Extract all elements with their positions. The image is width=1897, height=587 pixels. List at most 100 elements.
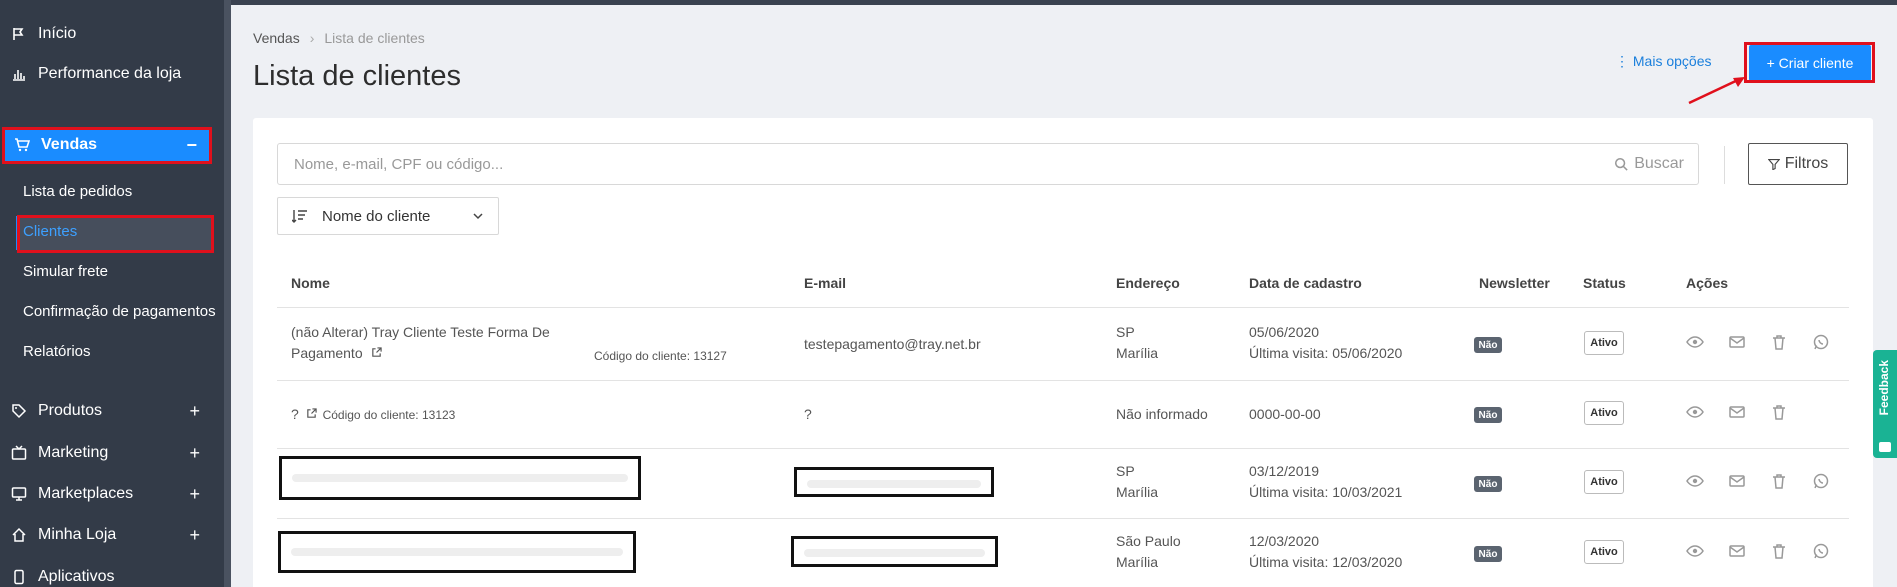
external-link-icon[interactable] <box>306 408 317 419</box>
signup-date: 05/06/2020 <box>1249 324 1320 340</box>
trash-icon[interactable] <box>1770 542 1788 560</box>
mail-icon[interactable] <box>1728 403 1746 421</box>
sidebar-item-label: Marketing <box>38 444 109 461</box>
breadcrumb: Vendas › Lista de clientes <box>253 30 425 46</box>
eye-icon[interactable] <box>1686 333 1704 351</box>
more-options-button[interactable]: ⋮ Mais opções <box>1615 53 1711 70</box>
client-name[interactable]: (não Alterar) Tray Cliente Teste Forma D… <box>291 322 550 364</box>
column-header-newsletter[interactable]: Newsletter <box>1479 275 1550 291</box>
whatsapp-icon[interactable] <box>1812 333 1830 351</box>
sidebar-item-label: Produtos <box>38 402 103 419</box>
sidebar-item-inicio[interactable]: Início <box>0 14 224 54</box>
client-name[interactable]: ? Código do cliente: 13123 <box>291 404 455 426</box>
status-badge: Ativo <box>1584 470 1624 494</box>
column-header-endereco[interactable]: Endereço <box>1116 275 1180 291</box>
last-visit: Última visita: 10/03/2021 <box>1249 484 1403 500</box>
breadcrumb-separator: › <box>309 30 315 46</box>
breadcrumb-root[interactable]: Vendas <box>253 30 300 46</box>
expand-icon[interactable]: + <box>189 443 200 464</box>
home-icon <box>10 527 28 543</box>
trash-icon[interactable] <box>1770 403 1788 421</box>
sort-icon <box>292 210 307 223</box>
status-badge: Ativo <box>1584 331 1624 355</box>
sidebar-item-label: Minha Loja <box>38 526 117 543</box>
sidebar-item-marketing[interactable]: Marketing + <box>0 433 224 473</box>
search-icon <box>1615 157 1628 171</box>
whatsapp-icon[interactable] <box>1812 542 1830 560</box>
mail-icon[interactable] <box>1728 472 1746 490</box>
search-button-label: Buscar <box>1634 155 1684 172</box>
table-divider <box>277 307 1849 308</box>
search-placeholder: Nome, e-mail, CPF ou código... <box>294 156 504 173</box>
sidebar-item-label: Aplicativos <box>38 568 115 585</box>
column-header-data[interactable]: Data de cadastro <box>1249 275 1362 291</box>
eye-icon[interactable] <box>1686 403 1704 421</box>
expand-icon[interactable]: + <box>189 401 200 422</box>
sidebar-subitem-relatorios[interactable]: Relatórios <box>23 343 91 360</box>
tag-icon <box>10 403 28 419</box>
sidebar-item-label: Início <box>38 25 77 42</box>
client-address: São Paulo Marília <box>1116 531 1181 573</box>
sidebar-subitem-frete[interactable]: Simular frete <box>23 263 108 280</box>
trash-icon[interactable] <box>1770 333 1788 351</box>
sidebar-item-marketplaces[interactable]: Marketplaces + <box>0 474 224 514</box>
search-button[interactable]: Buscar <box>1614 155 1684 173</box>
sidebar-item-performance[interactable]: Performance da loja <box>0 54 224 94</box>
column-header-email[interactable]: E-mail <box>804 275 846 291</box>
top-bar <box>231 0 1897 5</box>
sidebar-item-produtos[interactable]: Produtos + <box>0 391 224 431</box>
redacted-name <box>279 456 641 500</box>
client-city: Marília <box>1116 554 1159 570</box>
highlight-clientes <box>17 215 214 253</box>
feedback-tab[interactable]: Feedback <box>1873 350 1897 458</box>
column-header-nome[interactable]: Nome <box>291 275 330 291</box>
expand-icon[interactable]: + <box>189 484 200 505</box>
eye-icon[interactable] <box>1686 542 1704 560</box>
newsletter-badge: Não <box>1474 546 1502 562</box>
client-state: SP <box>1116 324 1135 340</box>
trash-icon[interactable] <box>1770 472 1788 490</box>
client-name-line1: (não Alterar) Tray Cliente Teste Forma D… <box>291 324 550 340</box>
mail-icon[interactable] <box>1728 542 1746 560</box>
search-input[interactable]: Nome, e-mail, CPF ou código... Buscar <box>277 143 1699 185</box>
last-visit: Última visita: 05/06/2020 <box>1249 345 1403 361</box>
expand-icon[interactable]: + <box>189 525 200 546</box>
client-date: 03/12/2019 Última visita: 10/03/2021 <box>1249 461 1402 503</box>
highlight-vendas <box>2 127 212 164</box>
status-badge: Ativo <box>1584 540 1624 564</box>
sidebar-subitem-confirmacao[interactable]: Confirmação de pagamentos <box>23 303 216 320</box>
sidebar-subitem-pedidos[interactable]: Lista de pedidos <box>23 183 132 200</box>
client-state: São Paulo <box>1116 533 1181 549</box>
sort-select[interactable]: Nome do cliente <box>277 197 499 235</box>
client-name-line2: Pagamento <box>291 345 363 361</box>
whatsapp-icon[interactable] <box>1812 472 1830 490</box>
newsletter-badge: Não <box>1474 476 1502 492</box>
filters-button[interactable]: Filtros <box>1748 143 1848 185</box>
client-city: Marília <box>1116 484 1159 500</box>
signup-date: 0000-00-00 <box>1249 406 1321 422</box>
sidebar-item-minha-loja[interactable]: Minha Loja + <box>0 515 224 555</box>
breadcrumb-current: Lista de clientes <box>324 30 425 46</box>
sidebar-divider <box>224 0 231 587</box>
client-state: SP <box>1116 463 1135 479</box>
signup-date: 03/12/2019 <box>1249 463 1320 479</box>
client-name-line1: ? <box>291 406 299 422</box>
sidebar-item-aplicativos[interactable]: Aplicativos <box>0 557 224 587</box>
column-header-status[interactable]: Status <box>1583 275 1626 291</box>
mail-icon[interactable] <box>1728 333 1746 351</box>
eye-icon[interactable] <box>1686 472 1704 490</box>
client-code: Código do cliente: 13123 <box>322 408 456 422</box>
column-header-acoes: Ações <box>1686 275 1729 291</box>
signup-date: 12/03/2020 <box>1249 533 1320 549</box>
monitor-icon <box>10 486 28 502</box>
flag-icon <box>10 26 28 42</box>
filters-label: Filtros <box>1784 155 1829 172</box>
status-badge: Ativo <box>1584 401 1624 425</box>
redacted-email <box>794 467 994 497</box>
newsletter-badge: Não <box>1474 337 1502 353</box>
chevron-down-icon <box>473 213 483 220</box>
client-email: testepagamento@tray.net.br <box>804 336 981 352</box>
client-address: Não informado <box>1116 406 1208 422</box>
highlight-create-button <box>1744 42 1875 83</box>
external-link-icon[interactable] <box>371 347 382 358</box>
